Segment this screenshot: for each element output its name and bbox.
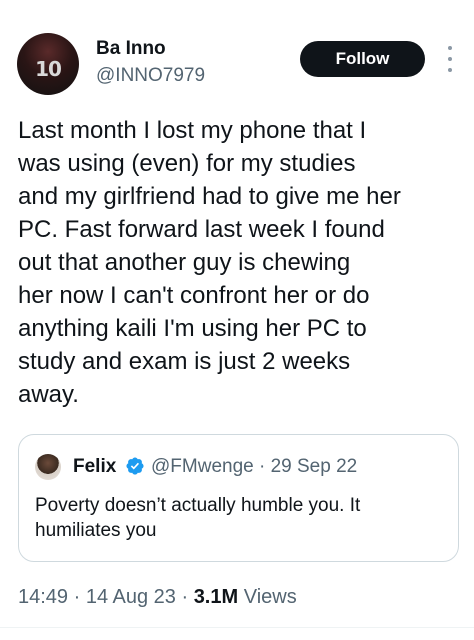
quoted-author-name: Felix (73, 456, 117, 477)
tweet-header: 10 Ba Inno @INNO7979 Follow (0, 0, 474, 110)
divider (0, 627, 474, 628)
author-display-name[interactable]: Ba Inno (96, 38, 166, 60)
quoted-author-avatar (35, 454, 61, 480)
quoted-author-handle-date: @FMwenge · 29 Sep 22 (151, 456, 358, 477)
author-handle[interactable]: @INNO7979 (96, 65, 205, 87)
author-avatar[interactable]: 10 (17, 33, 79, 95)
more-dot (448, 57, 452, 61)
quoted-tweet-card[interactable]: Felix @FMwenge · 29 Sep 22 Poverty doesn… (18, 434, 459, 562)
tweet-timestamp[interactable]: 14:49 · 14 Aug 23 · (18, 586, 194, 608)
more-dot (448, 46, 452, 50)
quoted-tweet-text: Poverty doesn’t actually humble you. It … (35, 495, 361, 541)
avatar-shirt-number: 10 (35, 57, 62, 81)
more-dot (448, 68, 452, 72)
views-label: Views (238, 586, 297, 608)
verified-badge-icon (126, 457, 144, 475)
follow-button[interactable]: Follow (300, 41, 425, 77)
more-vertical-icon[interactable] (443, 46, 457, 72)
tweet-meta: 14:49 · 14 Aug 23 · 3.1M Views (18, 586, 297, 609)
tweet-text: Last month I lost my phone that I was us… (18, 117, 401, 408)
views-count: 3.1M (193, 586, 239, 608)
